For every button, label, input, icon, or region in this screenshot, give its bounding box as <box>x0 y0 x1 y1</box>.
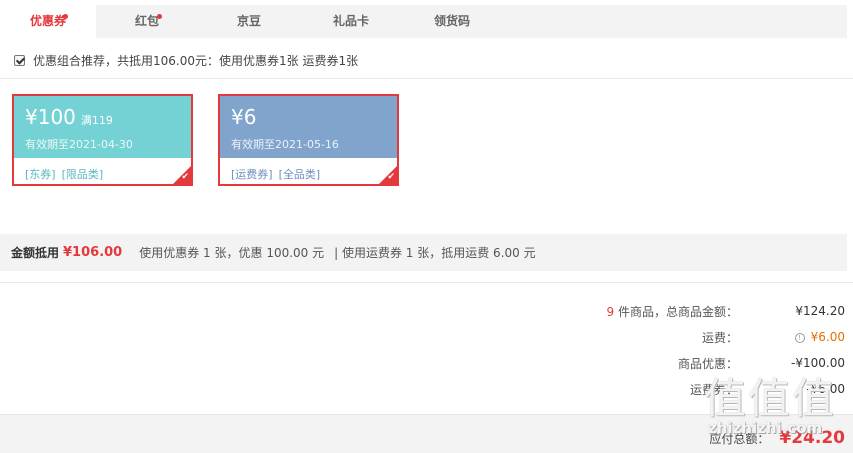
coupon-tabs: 优惠券 红包 京豆 礼品卡 领货码 <box>0 5 847 38</box>
tab-label: 优惠券 <box>29 14 66 28</box>
coupon-amount-value: ¥100 <box>25 105 76 129</box>
recommend-checkbox[interactable] <box>14 54 25 66</box>
amount-value: ¥106.00 <box>63 245 123 260</box>
coupon-face: ¥6 有效期至2021-05-16 <box>220 96 397 158</box>
new-dot-icon <box>63 14 68 19</box>
summary-discount-row: 商品优惠： -¥100.00 <box>538 355 845 371</box>
coupon-tags: [东券] [限品类] <box>25 166 109 182</box>
tab-label: 礼品卡 <box>332 14 369 28</box>
divider <box>0 282 853 283</box>
new-dot-icon <box>157 14 162 19</box>
recommend-text: 优惠组合推荐，共抵用106.00元：使用优惠券1张 运费券1张 <box>33 53 359 68</box>
summary-items-value: ¥124.20 <box>795 304 845 318</box>
tab-jingdou[interactable]: 京豆 <box>198 5 300 38</box>
payable-label: 应付总额： <box>709 432 770 446</box>
coupon-card[interactable]: ¥6 有效期至2021-05-16 [运费券] [全品类] ✔ <box>218 94 399 186</box>
recommend-combo: 优惠组合推荐，共抵用106.00元：使用优惠券1张 运费券1张 <box>14 52 358 68</box>
summary-discount-label: 商品优惠： <box>677 356 738 371</box>
coupon-tag: [限品类] <box>61 168 104 181</box>
tab-red-packet[interactable]: 红包 <box>96 5 198 38</box>
coupon-face: ¥100 满119 有效期至2021-04-30 <box>14 96 191 158</box>
summary-shipping-coupon-value: -¥6.00 <box>806 382 845 396</box>
summary-items-row: 9 件商品，总商品金额： ¥124.20 <box>538 303 845 319</box>
coupon-tag: [全品类] <box>278 168 321 181</box>
amount-label: 金额抵用 <box>11 246 60 260</box>
summary-shipping-value: ! ¥6.00 <box>760 330 845 344</box>
summary-shipping-coupon-row: 运费券： -¥6.00 <box>538 381 845 397</box>
summary-discount-value: -¥100.00 <box>791 356 845 370</box>
coupon-condition: 满119 <box>80 114 113 127</box>
summary-shipping-label: 运费： <box>701 330 738 345</box>
check-icon: ✔ <box>387 172 395 182</box>
payable-value: ¥24.20 <box>779 428 845 448</box>
payable-total: 应付总额： ¥24.20 <box>709 428 845 448</box>
tab-claim-code[interactable]: 领货码 <box>402 5 502 38</box>
coupon-tags: [运费券] [全品类] <box>231 166 326 182</box>
coupon-amount-value: ¥6 <box>231 105 257 129</box>
shipping-amount: ¥6.00 <box>810 330 845 344</box>
check-icon: ✔ <box>181 172 189 182</box>
coupon-amount: ¥100 满119 <box>25 105 113 129</box>
tab-label: 京豆 <box>236 14 261 28</box>
amount-detail-coupon: 使用优惠券 1 张，优惠 100.00 元 <box>139 246 325 260</box>
summary-items-label: 9 件商品，总商品金额： <box>538 303 738 320</box>
coupon-expire: 有效期至2021-05-16 <box>231 138 339 151</box>
coupon-tag: [运费券] <box>231 168 273 181</box>
tab-label: 红包 <box>134 14 159 28</box>
coupon-amount: ¥6 <box>231 105 256 129</box>
amount-deduction-bar: 金额抵用 ¥106.00 使用优惠券 1 张，优惠 100.00 元 | 使用运… <box>0 234 847 271</box>
coupon-tag: [东券] <box>25 168 56 181</box>
tab-gift-card[interactable]: 礼品卡 <box>300 5 402 38</box>
info-icon[interactable]: ! <box>794 332 805 343</box>
coupon-expire: 有效期至2021-04-30 <box>25 138 133 151</box>
summary-shipping-coupon-label: 运费券： <box>689 382 738 397</box>
coupon-card[interactable]: ¥100 满119 有效期至2021-04-30 [东券] [限品类] ✔ <box>12 94 193 186</box>
tab-coupon[interactable]: 优惠券 <box>0 5 96 38</box>
item-count: 9 <box>606 304 615 319</box>
divider <box>0 78 853 79</box>
summary-shipping-row: 运费： ! ¥6.00 <box>538 329 845 345</box>
items-label-text: 件商品，总商品金额： <box>617 304 738 319</box>
tab-label: 领货码 <box>433 14 470 28</box>
amount-detail-shipping: | 使用运费券 1 张，抵用运费 6.00 元 <box>334 246 536 260</box>
